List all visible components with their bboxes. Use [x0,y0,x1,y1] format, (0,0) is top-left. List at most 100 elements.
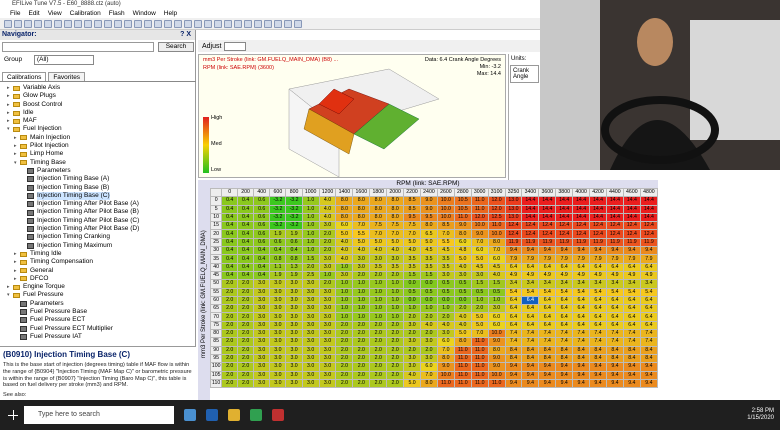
grid-cell[interactable]: 14.4 [521,212,540,223]
grid-cell[interactable]: 14.4 [639,204,659,214]
grid-cell[interactable]: 3.0 [253,287,271,297]
tree-item[interactable]: Injection Timing After Pilot Base (D) [0,225,188,233]
grid-cell[interactable]: 7.5 [386,221,405,231]
grid-cell[interactable]: 3.0 [253,370,271,380]
grid-cell[interactable]: 3.0 [301,362,320,372]
grid-cell[interactable]: 2.0 [386,320,405,331]
grid-cell[interactable]: -3.2 [269,212,287,223]
grid-cell[interactable]: 8.4 [639,353,659,364]
grid-cell[interactable]: 11.0 [470,353,489,364]
grid-cell[interactable]: 3.4 [538,279,557,289]
grid-cell[interactable]: 8.4 [639,345,659,355]
column-header[interactable]: 2200 [403,187,421,198]
toolbar-button-icon[interactable] [244,19,252,28]
grid-cell[interactable]: 6.4 [555,295,574,306]
grid-cell[interactable]: 0.4 [253,254,271,264]
tree-item[interactable]: Parameters [0,167,188,175]
grid-cell[interactable]: 3.0 [285,345,303,355]
grid-cell[interactable]: 3.4 [504,279,523,289]
grid-cell[interactable]: 6.4 [504,262,523,272]
grid-cell[interactable]: 3.0 [301,370,320,380]
grid-cell[interactable]: 7.9 [589,254,607,264]
edge-browser-icon[interactable] [206,409,218,421]
grid-cell[interactable]: 3.0 [453,270,472,281]
grid-cell[interactable]: 3.0 [352,262,371,272]
grid-cell[interactable]: 6.4 [538,320,557,331]
grid-cell[interactable]: 3.0 [301,329,320,339]
grid-cell[interactable]: 11.0 [436,378,455,389]
grid-cell[interactable]: 8.0 [420,221,438,231]
toolbar-button-icon[interactable] [154,19,162,28]
column-header[interactable]: 2600 [436,187,455,198]
grid-cell[interactable]: 11.0 [453,378,472,389]
grid-cell[interactable]: 11.9 [504,237,523,248]
grid-cell[interactable]: 9.4 [622,362,641,372]
grid-cell[interactable]: 12.4 [639,221,659,231]
grid-cell[interactable]: 2.0 [386,353,405,364]
grid-cell[interactable]: 6.4 [605,295,624,306]
grid-cell[interactable]: 2.0 [237,345,255,355]
row-header[interactable]: 25 [209,237,223,248]
tree-item[interactable]: ▸ Limp Home [0,150,188,158]
grid-cell[interactable]: 7.0 [386,229,405,239]
grid-cell[interactable]: 4.0 [403,370,421,380]
tree-item[interactable]: ▾ Fuel Pressure [0,291,188,299]
column-header[interactable]: 3000 [470,187,489,198]
grid-cell[interactable]: 3.0 [318,337,337,347]
grid-cell[interactable]: 14.4 [639,212,659,223]
toolbar-button-icon[interactable] [204,19,212,28]
grid-cell[interactable]: 3.4 [555,279,574,289]
grid-cell[interactable]: 3.0 [436,270,455,281]
grid-cell[interactable]: 7.0 [403,229,421,239]
grid-cell[interactable]: 9.4 [504,378,523,389]
tree-item[interactable]: Fuel Pressure ECT [0,316,188,324]
column-header[interactable]: 1000 [301,187,320,198]
grid-cell[interactable]: 2.0 [221,353,239,364]
tree-item[interactable]: Parameters [0,300,188,308]
grid-cell[interactable]: 9.4 [572,246,591,256]
grid-cell[interactable]: 6.0 [487,320,506,331]
grid-cell[interactable]: 6.4 [555,262,574,272]
row-header[interactable]: 20 [209,229,223,239]
grid-cell[interactable]: 3.0 [318,312,337,322]
grid-cell[interactable]: 4.0 [420,320,438,331]
grid-cell[interactable]: 9.4 [605,246,624,256]
tree-item[interactable]: Injection Timing After Pilot Base (C) [0,217,188,225]
grid-cell[interactable]: 3.0 [269,304,287,314]
grid-cell[interactable]: 2.0 [420,345,438,355]
grid-cell[interactable]: 12.4 [605,221,624,231]
grid-cell[interactable]: 3.0 [318,262,337,272]
grid-cell[interactable]: 2.0 [369,362,388,372]
grid-cell[interactable]: 2.0 [237,287,255,297]
row-header[interactable]: 75 [209,320,223,331]
grid-cell[interactable]: 0.4 [221,246,239,256]
grid-cell[interactable]: 6.4 [555,304,574,314]
grid-cell[interactable]: 1.0 [386,295,405,306]
toolbar-button-icon[interactable] [294,19,302,28]
grid-cell[interactable]: 3.0 [403,320,421,331]
grid-cell[interactable]: 8.5 [436,221,455,231]
grid-cell[interactable]: 4.0 [318,196,337,206]
menu-edit[interactable]: Edit [28,9,39,18]
grid-cell[interactable]: 0.0 [420,295,438,306]
navigator-search-input[interactable] [2,42,154,52]
grid-cell[interactable]: 4.0 [335,246,354,256]
grid-cell[interactable]: 8.0 [335,204,354,214]
grid-cell[interactable]: 3.0 [269,295,287,306]
column-header[interactable]: 2000 [386,187,405,198]
grid-cell[interactable]: 0.4 [237,254,255,264]
grid-cell[interactable]: 3.0 [253,353,271,364]
grid-cell[interactable]: 8.4 [589,345,607,355]
grid-cell[interactable]: 9.4 [572,378,591,389]
column-header[interactable]: 4600 [622,187,641,198]
grid-cell[interactable]: 2.0 [335,320,354,331]
grid-cell[interactable]: 6.4 [622,304,641,314]
grid-cell[interactable]: 2.0 [386,370,405,380]
grid-cell[interactable]: 2.0 [470,304,489,314]
grid-cell[interactable]: 2.0 [352,270,371,281]
grid-cell[interactable]: 0.4 [269,246,287,256]
grid-cell[interactable]: 3.0 [420,337,438,347]
grid-cell[interactable]: 1.0 [487,295,506,306]
grid-cell[interactable]: 0.4 [253,246,271,256]
grid-cell[interactable]: 2.0 [369,345,388,355]
